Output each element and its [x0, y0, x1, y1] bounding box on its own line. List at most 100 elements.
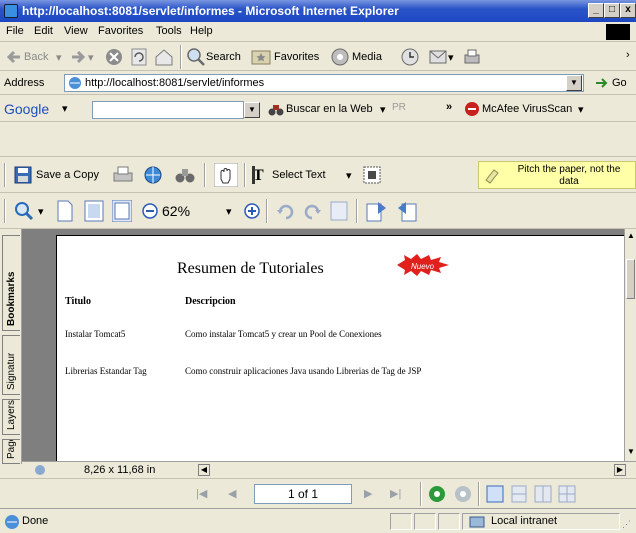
header-descripcion: Descripcion — [185, 296, 236, 307]
zoom-tool-dropdown-icon[interactable]: ▾ — [38, 205, 44, 218]
create-pdf-icon[interactable] — [366, 200, 388, 222]
tab-pages[interactable]: Pages — [2, 439, 20, 464]
more-tools-chevron[interactable]: » — [446, 101, 452, 113]
next-view-icon[interactable] — [454, 485, 472, 503]
media-button[interactable]: Media — [352, 51, 382, 63]
ie-done-icon — [5, 515, 19, 529]
hand-tool-icon[interactable] — [214, 163, 238, 187]
find-binoculars-icon[interactable] — [174, 165, 196, 185]
next-page-icon[interactable]: ▶ — [364, 487, 372, 500]
sticky-note-icon — [485, 169, 499, 184]
toolbar-overflow-chevron[interactable]: › — [626, 49, 630, 61]
tab-layers[interactable]: Layers — [2, 399, 20, 435]
go-button[interactable]: Go — [612, 77, 627, 89]
toolbar-grip — [4, 163, 6, 187]
pitch-paper-note[interactable]: Pitch the paper, not the data — [478, 161, 636, 189]
history-icon[interactable] — [400, 47, 420, 67]
rotate-cw-icon[interactable] — [304, 202, 322, 220]
scroll-up-arrow-icon[interactable]: ▲ — [627, 231, 635, 240]
favorites-button[interactable]: Favorites — [274, 51, 319, 63]
close-button[interactable]: x — [620, 3, 636, 18]
rotate-ccw-icon[interactable] — [276, 202, 294, 220]
select-text-icon[interactable]: T — [252, 166, 268, 184]
zoom-in-icon[interactable] — [244, 203, 260, 219]
menu-file[interactable]: File — [6, 25, 24, 37]
previous-page-icon[interactable]: ◀ — [228, 487, 236, 500]
mcafee-dropdown-icon[interactable]: ▾ — [578, 103, 584, 116]
tab-bookmarks[interactable]: Bookmarks — [2, 235, 20, 331]
status-cell — [438, 513, 460, 530]
pagerank-icon[interactable]: PR — [392, 102, 406, 113]
page-layout-icon[interactable] — [330, 201, 348, 221]
google-search-input[interactable] — [92, 101, 244, 119]
menu-edit[interactable]: Edit — [34, 25, 53, 37]
scroll-right-arrow-icon[interactable]: ▶ — [614, 464, 626, 476]
page-number-field[interactable]: 1 of 1 — [254, 484, 352, 504]
mcafee-virusscan-button[interactable]: McAfee VirusScan — [482, 103, 572, 115]
actual-size-icon[interactable] — [56, 200, 74, 222]
attach-pdf-icon[interactable] — [396, 200, 418, 222]
minimize-button[interactable]: _ — [588, 3, 604, 18]
last-page-icon[interactable]: ▶| — [390, 487, 401, 500]
snapshot-icon[interactable] — [362, 165, 382, 185]
back-arrow-icon[interactable] — [6, 49, 22, 65]
email-globe-icon[interactable] — [142, 165, 164, 185]
menu-tools[interactable]: Tools — [156, 25, 182, 37]
title-bar[interactable]: http://localhost:8081/servlet/informes -… — [0, 0, 636, 22]
favorites-icon[interactable] — [250, 47, 272, 67]
print-icon[interactable] — [462, 47, 482, 67]
back-dropdown-icon[interactable]: ▾ — [56, 51, 62, 64]
menu-favorites[interactable]: Favorites — [98, 25, 143, 37]
zoom-dropdown-icon[interactable]: ▾ — [226, 205, 232, 218]
buscar-web-button[interactable]: Buscar en la Web — [286, 103, 373, 115]
tab-signatures[interactable]: Signatur — [2, 335, 20, 395]
scroll-left-arrow-icon[interactable]: ◀ — [198, 464, 210, 476]
media-icon[interactable] — [330, 47, 350, 67]
save-disk-icon[interactable] — [14, 166, 32, 184]
previous-view-icon[interactable] — [428, 485, 446, 503]
search-button[interactable]: Search — [206, 51, 241, 63]
pdf-print-icon[interactable] — [112, 165, 134, 185]
fit-width-icon[interactable] — [112, 200, 132, 222]
buscar-dropdown-icon[interactable]: ▾ — [380, 103, 386, 116]
tab-pages-label: Pages — [6, 439, 17, 459]
select-text-button[interactable]: Select Text — [272, 169, 326, 181]
first-page-icon[interactable]: |◀ — [196, 487, 207, 500]
address-dropdown-icon[interactable]: ▼ — [566, 75, 582, 91]
google-search-dropdown-icon[interactable]: ▼ — [244, 102, 260, 118]
save-copy-button[interactable]: Save a Copy — [36, 169, 99, 181]
mail-dropdown-icon[interactable]: ▾ — [448, 51, 454, 64]
fit-page-icon[interactable] — [84, 200, 104, 222]
address-input[interactable]: http://localhost:8081/servlet/informes — [64, 74, 584, 92]
document-viewport[interactable]: Resumen de Tutoriales Nuevo Titulo Descr… — [22, 229, 624, 461]
single-page-icon[interactable] — [486, 485, 504, 503]
stop-icon[interactable] — [104, 47, 124, 67]
resize-grip-icon[interactable]: ⋰ — [622, 519, 634, 531]
zoom-tool-icon[interactable] — [14, 201, 34, 221]
google-logo[interactable]: Google — [4, 101, 49, 117]
facing-icon[interactable] — [534, 485, 552, 503]
refresh-icon[interactable] — [130, 47, 148, 67]
maximize-button[interactable]: □ — [604, 3, 620, 18]
menu-help[interactable]: Help — [190, 25, 213, 37]
status-cell — [414, 513, 436, 530]
continuous-facing-icon[interactable] — [558, 485, 576, 503]
menu-view[interactable]: View — [64, 25, 88, 37]
zoom-out-icon[interactable] — [142, 203, 158, 219]
navigation-panel-tabs: Bookmarks Signatur Layers Pages — [0, 229, 22, 464]
go-arrow-icon[interactable] — [594, 76, 610, 90]
ie-app-icon[interactable] — [4, 4, 18, 18]
mail-icon[interactable] — [428, 47, 448, 67]
scroll-down-arrow-icon[interactable]: ▼ — [627, 447, 635, 456]
vertical-scrollbar[interactable]: ▲ ▼ — [624, 229, 636, 461]
back-button[interactable]: Back — [24, 51, 48, 63]
search-icon[interactable] — [186, 47, 206, 67]
forward-arrow-icon[interactable] — [70, 49, 86, 65]
google-menu-dropdown-icon[interactable]: ▾ — [62, 102, 68, 115]
home-icon[interactable] — [154, 47, 174, 67]
forward-dropdown-icon[interactable]: ▾ — [88, 51, 94, 64]
zoom-level[interactable]: 62% — [162, 203, 190, 219]
scroll-thumb[interactable] — [626, 259, 635, 299]
select-text-dropdown-icon[interactable]: ▾ — [346, 169, 352, 182]
continuous-icon[interactable] — [510, 485, 528, 503]
